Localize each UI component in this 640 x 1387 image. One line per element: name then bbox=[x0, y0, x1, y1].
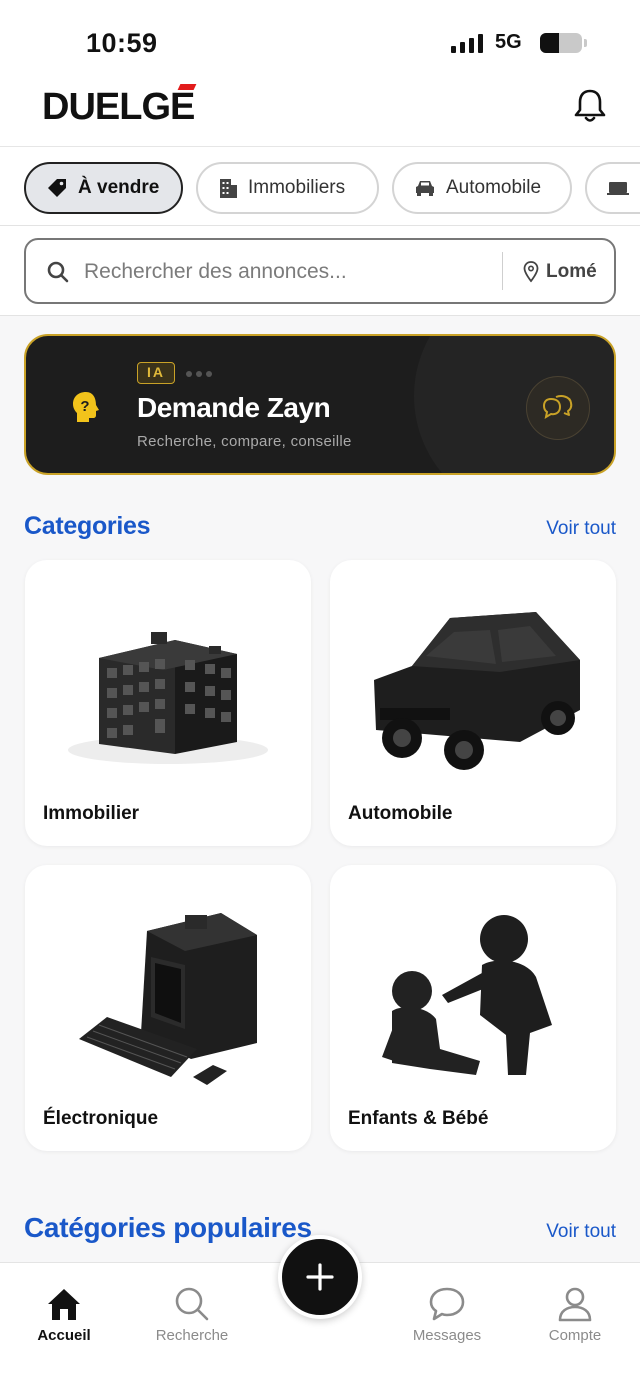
category-label: Automobile bbox=[348, 803, 453, 824]
app-logo[interactable]: DUELGE bbox=[42, 86, 195, 129]
home-icon bbox=[48, 1289, 80, 1320]
suv-car-image bbox=[374, 612, 580, 770]
category-card-electronique[interactable]: Électronique bbox=[25, 865, 311, 1151]
category-card-immobilier[interactable]: Immobilier bbox=[25, 560, 311, 846]
status-bar: 10:59 5G bbox=[0, 0, 640, 80]
ai-assistant-banner[interactable]: ? IA Demande Zayn Recherche, compare, co… bbox=[24, 334, 616, 475]
chat-bubbles-icon bbox=[542, 395, 573, 420]
status-time: 10:59 bbox=[86, 28, 158, 58]
ai-banner-title: Demande Zayn bbox=[137, 392, 331, 423]
chip-automobile[interactable]: Automobile bbox=[392, 162, 572, 214]
category-card-automobile[interactable]: Automobile bbox=[330, 560, 616, 846]
search-divider bbox=[502, 252, 503, 290]
nav-compte[interactable]: Compte bbox=[520, 1285, 630, 1344]
battery-icon bbox=[540, 33, 582, 53]
category-label: Électronique bbox=[43, 1108, 159, 1129]
apartment-building-image bbox=[68, 632, 268, 764]
svg-text:?: ? bbox=[80, 398, 89, 415]
retro-computer-image bbox=[79, 913, 257, 1085]
search-icon bbox=[175, 1287, 209, 1321]
nav-label: Messages bbox=[412, 1327, 482, 1344]
search-icon bbox=[47, 261, 69, 283]
chip-a-vendre[interactable]: À vendre bbox=[24, 162, 183, 214]
network-label: 5G bbox=[495, 31, 522, 53]
chat-icon bbox=[429, 1287, 465, 1321]
signal-icon bbox=[451, 34, 483, 53]
search-input[interactable]: Rechercher des annonces... Lomé bbox=[24, 238, 616, 304]
category-card-enfants[interactable]: Enfants & Bébé bbox=[330, 865, 616, 1151]
plus-icon bbox=[306, 1263, 334, 1291]
ai-badge: IA bbox=[137, 362, 175, 384]
category-label: Immobilier bbox=[43, 803, 140, 824]
chip-label: À vendre bbox=[78, 177, 160, 198]
head-question-icon: ? bbox=[73, 392, 99, 422]
nav-messages[interactable]: Messages bbox=[392, 1285, 502, 1344]
chip-immobiliers[interactable]: Immobiliers bbox=[196, 162, 379, 214]
nav-label: Compte bbox=[548, 1327, 602, 1344]
tag-icon bbox=[48, 179, 66, 197]
nav-label: Recherche bbox=[155, 1327, 229, 1344]
user-icon bbox=[558, 1287, 592, 1322]
typing-dots bbox=[186, 371, 212, 377]
nav-label: Accueil bbox=[37, 1327, 91, 1344]
categories-see-all-link[interactable]: Voir tout bbox=[546, 518, 616, 540]
app-header: DUELGE bbox=[0, 80, 640, 146]
chip-label: Automobile bbox=[446, 177, 542, 198]
bell-icon[interactable] bbox=[570, 86, 610, 126]
nav-accueil[interactable]: Accueil bbox=[9, 1285, 119, 1344]
car-icon bbox=[416, 181, 434, 196]
category-label: Enfants & Bébé bbox=[348, 1108, 489, 1129]
children-image bbox=[382, 915, 552, 1075]
popular-see-all-link[interactable]: Voir tout bbox=[546, 1221, 616, 1243]
chip-label: Immobiliers bbox=[248, 177, 346, 198]
add-listing-button[interactable] bbox=[278, 1235, 362, 1319]
nav-recherche[interactable]: Recherche bbox=[137, 1285, 247, 1344]
categories-title: Categories bbox=[24, 512, 151, 540]
battery-tip bbox=[584, 39, 587, 47]
categories-header: Categories Voir tout bbox=[24, 512, 616, 541]
laptop-icon bbox=[607, 182, 629, 195]
search-area: Rechercher des annonces... Lomé bbox=[0, 226, 640, 316]
filter-chips: À vendre Immobiliers Automobile bbox=[0, 146, 640, 226]
location-label[interactable]: Lomé bbox=[546, 261, 597, 283]
chat-bubble-button[interactable] bbox=[526, 376, 590, 440]
popular-title: Catégories populaires bbox=[24, 1212, 312, 1243]
search-placeholder: Rechercher des annonces... bbox=[84, 260, 347, 283]
ai-banner-subtitle: Recherche, compare, conseille bbox=[137, 433, 352, 450]
chip-electronique[interactable] bbox=[585, 162, 640, 214]
location-pin-icon[interactable] bbox=[523, 261, 539, 283]
building-icon bbox=[220, 179, 237, 198]
